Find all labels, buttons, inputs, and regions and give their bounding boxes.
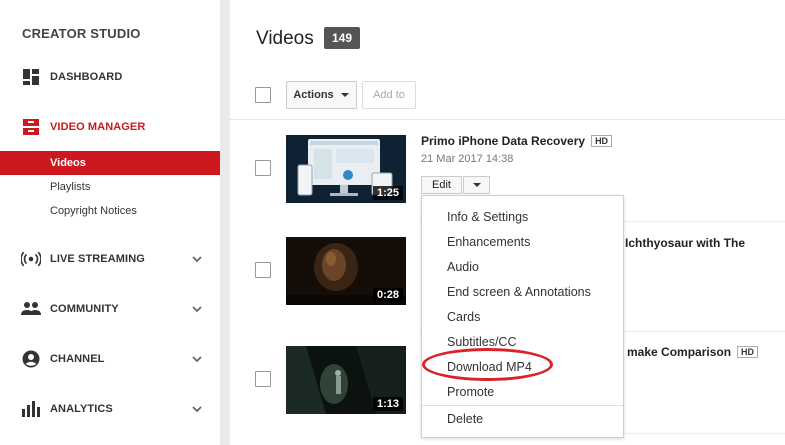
- sidebar-item-label: ANALYTICS: [50, 403, 113, 415]
- sidebar-item-live-streaming[interactable]: LIVE STREAMING: [0, 247, 220, 271]
- menu-item-cards[interactable]: Cards: [422, 304, 623, 329]
- menu-item-label: Subtitles/CC: [447, 335, 517, 349]
- menu-item-label: Info & Settings: [447, 210, 529, 224]
- hd-badge: HD: [737, 346, 759, 358]
- video-thumbnail[interactable]: 1:13: [286, 346, 406, 414]
- menu-item-delete[interactable]: Delete: [422, 406, 623, 431]
- video-title-text: Ichthyosaur with The: [625, 236, 746, 250]
- menu-item-info-settings[interactable]: Info & Settings: [422, 204, 623, 229]
- community-icon: [21, 299, 41, 319]
- sidebar-item-analytics[interactable]: ANALYTICS: [0, 397, 220, 421]
- sidebar-item-label: VIDEO MANAGER: [50, 121, 146, 133]
- sidebar-item-label: LIVE STREAMING: [50, 253, 145, 265]
- sidebar-item-channel[interactable]: CHANNEL: [0, 347, 220, 371]
- video-duration: 1:13: [372, 397, 403, 411]
- video-row-checkbox[interactable]: [255, 371, 271, 387]
- studio-title: CREATOR STUDIO: [22, 26, 141, 41]
- hd-badge: HD: [591, 135, 613, 147]
- caret-down-icon: [472, 183, 481, 187]
- edit-button[interactable]: Edit: [421, 176, 462, 194]
- add-to-label: Add to: [373, 89, 405, 101]
- edit-label: Edit: [432, 179, 451, 191]
- live-streaming-icon: [21, 249, 41, 269]
- video-title[interactable]: make Comparison HD: [627, 345, 759, 359]
- video-title[interactable]: Ichthyosaur with The: [625, 236, 745, 250]
- chevron-down-icon[interactable]: [190, 302, 204, 316]
- video-title-text: make Comparison: [627, 345, 732, 359]
- video-thumbnail[interactable]: 1:25: [286, 135, 406, 203]
- sidebar-subitem-label: Videos: [50, 157, 86, 169]
- download-highlight-ellipse: [422, 348, 553, 381]
- caret-down-icon: [340, 93, 349, 97]
- sidebar-item-video-manager[interactable]: VIDEO MANAGER: [0, 115, 220, 139]
- video-duration: 1:25: [372, 186, 403, 200]
- menu-item-promote[interactable]: Promote: [422, 379, 623, 404]
- video-thumbnail[interactable]: 0:28: [286, 237, 406, 305]
- menu-item-audio[interactable]: Audio: [422, 254, 623, 279]
- menu-item-label: Audio: [447, 260, 479, 274]
- analytics-icon: [21, 399, 41, 419]
- header-divider: [230, 119, 785, 120]
- video-date: 21 Mar 2017 14:38: [421, 153, 514, 165]
- chevron-down-icon[interactable]: [190, 252, 204, 266]
- menu-item-label: Delete: [447, 412, 484, 426]
- chevron-down-icon[interactable]: [190, 402, 204, 416]
- edit-dropdown-menu: Info & Settings Enhancements Audio End s…: [421, 195, 624, 438]
- menu-item-label: End screen & Annotations: [447, 285, 591, 299]
- sidebar-subitem-playlists[interactable]: Playlists: [0, 175, 220, 199]
- video-title[interactable]: Primo iPhone Data Recovery HD: [421, 134, 613, 148]
- dashboard-icon: [21, 67, 41, 87]
- video-count-badge: 149: [324, 27, 361, 49]
- sidebar-item-label: CHANNEL: [50, 353, 105, 365]
- video-title-text: Primo iPhone Data Recovery: [421, 134, 586, 148]
- sidebar-subitem-label: Playlists: [50, 181, 91, 193]
- menu-item-label: Cards: [447, 310, 481, 324]
- select-all-checkbox[interactable]: [255, 87, 271, 103]
- sidebar-item-community[interactable]: COMMUNITY: [0, 297, 220, 321]
- channel-icon: [21, 349, 41, 369]
- menu-item-enhancements[interactable]: Enhancements: [422, 229, 623, 254]
- menu-item-end-screen-annotations[interactable]: End screen & Annotations: [422, 279, 623, 304]
- add-to-button[interactable]: Add to: [362, 81, 416, 109]
- menu-item-label: Promote: [447, 385, 495, 399]
- page-title: Videos: [256, 28, 314, 49]
- sidebar-item-label: COMMUNITY: [50, 303, 119, 315]
- chevron-down-icon[interactable]: [190, 352, 204, 366]
- main-panel: Videos 149 Actions Add to 1:25 Primo iPh…: [230, 0, 785, 445]
- menu-item-label: Enhancements: [447, 235, 531, 249]
- sidebar-item-label: DASHBOARD: [50, 71, 123, 83]
- sidebar-subitem-label: Copyright Notices: [50, 205, 137, 217]
- sidebar-subitem-copyright-notices[interactable]: Copyright Notices: [0, 199, 220, 223]
- video-row-checkbox[interactable]: [255, 160, 271, 176]
- actions-label: Actions: [293, 89, 334, 101]
- video-duration: 0:28: [372, 288, 403, 302]
- sidebar: CREATOR STUDIO DASHBOARD VIDEO MANAGER V…: [0, 0, 220, 445]
- edit-dropdown-toggle[interactable]: [463, 176, 490, 194]
- actions-button[interactable]: Actions: [286, 81, 357, 109]
- video-manager-icon: [21, 117, 41, 137]
- sidebar-item-dashboard[interactable]: DASHBOARD: [0, 65, 220, 89]
- sidebar-subitem-videos[interactable]: Videos: [0, 151, 220, 175]
- video-row-checkbox[interactable]: [255, 262, 271, 278]
